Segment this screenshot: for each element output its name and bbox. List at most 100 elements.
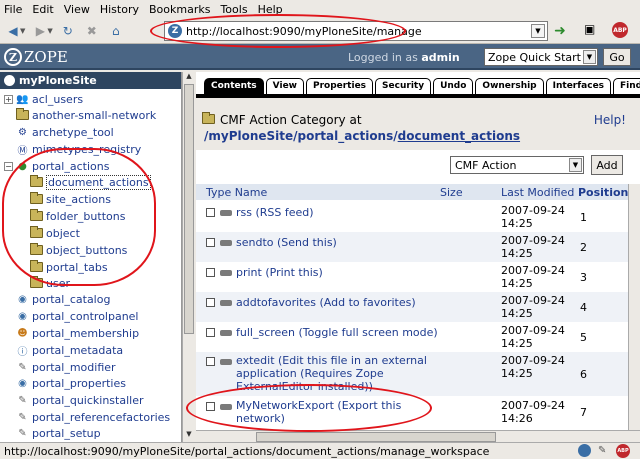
tab-ownership[interactable]: Ownership — [475, 78, 544, 94]
row-checkbox[interactable] — [206, 238, 215, 247]
tree-item-label[interactable]: another-small-network — [32, 109, 156, 122]
tree-item-archetype-tool[interactable]: ⚙ archetype_tool — [16, 124, 114, 140]
tree-scrollbar[interactable]: ▲ ▼ — [182, 72, 194, 442]
col-size[interactable]: Size — [440, 186, 463, 199]
tree-item-label[interactable]: portal_membership — [32, 327, 139, 340]
tab-security[interactable]: Security — [375, 78, 432, 94]
tab-find[interactable]: Find — [613, 78, 640, 94]
tab-view[interactable]: View — [265, 78, 304, 94]
tree-item-object-buttons[interactable]: object_buttons — [30, 242, 127, 258]
col-position[interactable]: Position — [578, 186, 628, 199]
tree-item-label[interactable]: site_actions — [46, 193, 111, 206]
tree-item-label[interactable]: portal_metadata — [32, 344, 123, 357]
tree-item-portal-setup[interactable]: ✎ portal_setup — [16, 425, 101, 441]
row-name-link[interactable]: addtofavorites (Add to favorites) — [236, 296, 476, 309]
main-horizontal-scrollbar[interactable] — [196, 430, 640, 442]
menu-tools[interactable]: Tools — [220, 3, 247, 16]
col-type-name[interactable]: Type Name — [206, 186, 267, 199]
add-button[interactable]: Add — [591, 155, 623, 175]
url-input[interactable] — [186, 24, 526, 38]
tree-item-portal-tabs[interactable]: portal_tabs — [30, 259, 108, 275]
tab-properties[interactable]: Properties — [305, 78, 374, 94]
tree-item-label[interactable]: document_actions — [46, 174, 151, 190]
tree-item-portal-modifier[interactable]: ✎ portal_modifier — [16, 359, 116, 375]
tree-root[interactable]: myPloneSite — [0, 72, 181, 89]
tree-item-label[interactable]: folder_buttons — [46, 210, 125, 223]
tree-item-label[interactable]: mimetypes_registry — [32, 143, 141, 156]
go-arrow-icon[interactable]: ➜ — [551, 22, 569, 40]
back-history-dropdown-icon[interactable]: ▼ — [20, 27, 25, 35]
row-checkbox[interactable] — [206, 402, 215, 411]
stop-icon[interactable]: ✖ — [81, 21, 103, 41]
tab-contents[interactable]: Contents — [204, 78, 264, 94]
menu-bookmarks[interactable]: Bookmarks — [149, 3, 210, 16]
zope-status-icon[interactable] — [578, 444, 591, 457]
menu-file[interactable]: File — [4, 3, 22, 16]
row-name-link[interactable]: MyNetworkExport (Export this network) — [236, 399, 406, 425]
row-checkbox[interactable] — [206, 328, 215, 337]
row-checkbox[interactable] — [206, 268, 215, 277]
url-bar[interactable]: Z ▼ — [164, 21, 548, 41]
adblock-icon[interactable]: ABP — [612, 22, 628, 38]
collapse-icon[interactable]: − — [4, 161, 13, 171]
scroll-up-icon[interactable]: ▲ — [184, 72, 194, 83]
tree-item-portal-properties[interactable]: ◉ portal_properties — [16, 375, 126, 391]
reload-icon[interactable]: ↻ — [57, 21, 79, 41]
tree-item-label[interactable]: portal_tabs — [46, 261, 108, 274]
forward-history-dropdown-icon[interactable]: ▼ — [47, 27, 52, 35]
tree-item-label[interactable]: portal_actions — [32, 160, 109, 173]
row-checkbox[interactable] — [206, 208, 215, 217]
tree-item-label[interactable]: portal_modifier — [32, 361, 116, 374]
horizontal-scroll-thumb[interactable] — [256, 432, 496, 442]
pencil-icon[interactable]: ✎ — [598, 445, 610, 457]
tree-item-label[interactable]: portal_referencefactories — [32, 411, 170, 424]
tree-item-portal-quickinstaller[interactable]: ✎ portal_quickinstaller — [16, 392, 144, 408]
row-name-link[interactable]: rss (RSS feed) — [236, 206, 476, 219]
row-name-link[interactable]: sendto (Send this) — [236, 236, 476, 249]
tree-scroll-thumb[interactable] — [184, 84, 194, 334]
adblock-status-icon[interactable]: ABP — [616, 444, 630, 458]
menu-help[interactable]: Help — [258, 3, 283, 16]
tree-item-object[interactable]: object — [30, 225, 80, 241]
tree-item-portal-metadata[interactable]: ⓘ portal_metadata — [16, 342, 124, 358]
quick-start-dropdown-icon[interactable]: ▼ — [583, 50, 596, 64]
quick-start-select[interactable]: Zope Quick Start ▼ — [484, 48, 598, 66]
url-history-dropdown-icon[interactable]: ▼ — [531, 24, 545, 38]
row-checkbox[interactable] — [206, 298, 215, 307]
tree-item-acl-users[interactable]: + 👥 acl_users — [4, 91, 83, 107]
quick-start-go-button[interactable]: Go — [603, 48, 631, 66]
tree-item-label[interactable]: archetype_tool — [32, 126, 114, 139]
row-checkbox[interactable] — [206, 357, 215, 366]
menu-view[interactable]: View — [64, 3, 90, 16]
tree-item-user[interactable]: user — [30, 275, 70, 291]
tab-undo[interactable]: Undo — [433, 78, 474, 94]
tree-item-label[interactable]: object_buttons — [46, 244, 127, 257]
tree-item-label[interactable]: portal_quickinstaller — [32, 394, 144, 407]
tab-interfaces[interactable]: Interfaces — [545, 78, 612, 94]
screenshot-icon[interactable]: ▣ — [584, 22, 595, 36]
tree-item-portal-membership[interactable]: ☻ portal_membership — [16, 325, 139, 341]
tree-item-label[interactable]: portal_catalog — [32, 293, 110, 306]
menu-history[interactable]: History — [100, 3, 139, 16]
path-prefix[interactable]: /myPloneSite/portal_actions/ — [204, 129, 398, 143]
add-type-dropdown-icon[interactable]: ▼ — [569, 158, 582, 172]
tree-item-portal-controlpanel[interactable]: ◉ portal_controlpanel — [16, 308, 138, 324]
tree-item-portal-actions[interactable]: − ● portal_actions — [4, 158, 109, 174]
tree-item-site-actions[interactable]: site_actions — [30, 191, 111, 207]
expand-icon[interactable]: + — [4, 94, 13, 104]
tree-item-label[interactable]: object — [46, 227, 80, 240]
home-icon[interactable]: ⌂ — [105, 21, 127, 41]
tree-item-label[interactable]: user — [46, 277, 70, 290]
add-type-select[interactable]: CMF Action ▼ — [450, 156, 584, 174]
tree-item-folder-buttons[interactable]: folder_buttons — [30, 208, 125, 224]
tree-item-label[interactable]: portal_properties — [32, 377, 126, 390]
row-name-link[interactable]: extedit (Edit this file in an external a… — [236, 354, 436, 393]
col-last-modified[interactable]: Last Modified — [501, 186, 574, 199]
tree-item-document-actions[interactable]: document_actions — [30, 174, 151, 190]
row-name-link[interactable]: print (Print this) — [236, 266, 476, 279]
tree-item-label[interactable]: acl_users — [32, 93, 83, 106]
tree-item-label[interactable]: portal_setup — [32, 427, 101, 440]
help-link[interactable]: Help! — [594, 113, 626, 127]
zope-logo[interactable]: Z ZOPE — [4, 48, 68, 66]
scroll-down-icon[interactable]: ▼ — [184, 430, 194, 441]
